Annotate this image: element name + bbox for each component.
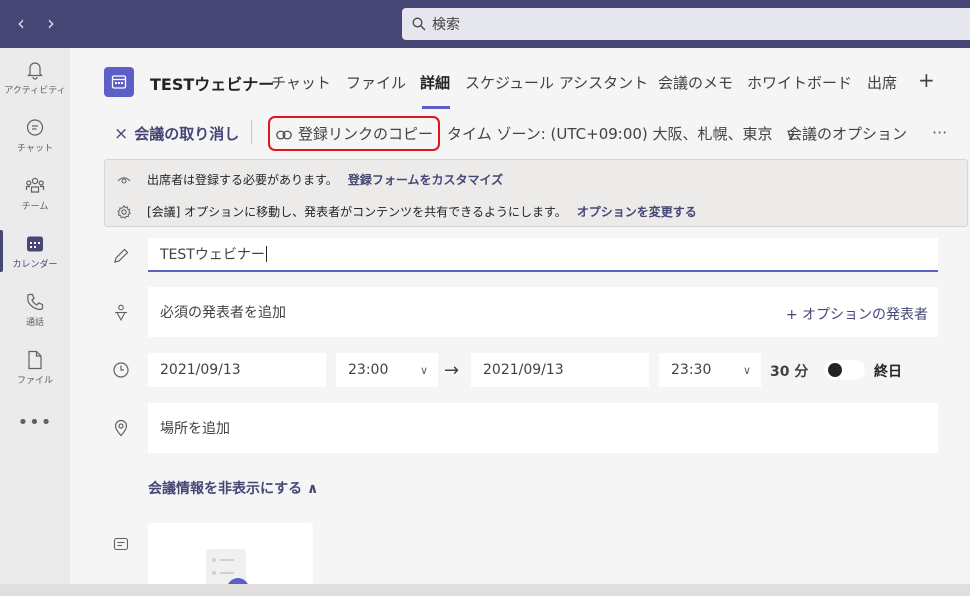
- pencil-icon: [114, 248, 129, 263]
- title-value: TESTウェビナー: [160, 247, 265, 263]
- top-bar: ‹ › 検索: [0, 0, 970, 48]
- app-rail: アクティビティ チャット チーム カレンダー 通話 ファイル •••: [0, 48, 70, 596]
- action-bar: × 会議の取り消し 登録リンクのコピー タイム ゾーン: (UTC+09:00) …: [70, 112, 970, 154]
- location-placeholder: 場所を追加: [160, 421, 230, 437]
- start-date-value: 2021/09/13: [160, 362, 241, 378]
- arrow-right-icon: →: [444, 360, 460, 381]
- calendar-icon: [27, 236, 43, 251]
- customize-registration-link[interactable]: 登録フォームをカスタマイズ: [348, 171, 503, 188]
- all-day-toggle[interactable]: [825, 360, 865, 380]
- toggle-knob: [828, 363, 842, 377]
- meeting-calendar-icon: [104, 67, 134, 97]
- bottom-strip: [0, 584, 970, 596]
- meeting-details-pane: TESTウェビナー チャット ファイル 詳細 スケジュール アシスタント 会議の…: [70, 48, 970, 593]
- text-caret: [265, 246, 267, 262]
- info-row-registration: 出席者は登録する必要があります。 登録フォームをカスタマイズ: [117, 171, 503, 188]
- start-time-dropdown[interactable]: 23:00 ∨: [336, 353, 438, 387]
- more-apps-icon[interactable]: •••: [0, 412, 70, 433]
- chevron-down-icon: ∨: [419, 363, 428, 377]
- duration-label: 30 分: [770, 364, 809, 380]
- copy-registration-link-button[interactable]: 登録リンクのコピー: [276, 123, 433, 144]
- rail-item-calendar[interactable]: カレンダー: [0, 222, 70, 280]
- rail-label: アクティビティ: [4, 85, 66, 96]
- cancel-meeting-label: 会議の取り消し: [134, 125, 240, 143]
- start-time-value: 23:00: [348, 362, 389, 378]
- rail-item-chat[interactable]: チャット: [0, 106, 70, 164]
- tab-chat[interactable]: チャット: [271, 72, 331, 93]
- close-icon: ×: [114, 124, 129, 144]
- gear-icon: [117, 204, 131, 219]
- location-input[interactable]: 場所を追加: [148, 403, 938, 453]
- all-day-label: 終日: [874, 364, 902, 380]
- file-icon: [28, 350, 42, 369]
- chat-icon: [26, 118, 44, 136]
- clock-icon: [113, 362, 129, 378]
- description-icon: [113, 537, 129, 551]
- phone-icon: [27, 293, 44, 310]
- search-input[interactable]: 検索: [402, 8, 970, 40]
- add-tab-icon[interactable]: +: [918, 68, 935, 92]
- add-optional-presenter-button[interactable]: + オプションの発表者: [786, 304, 928, 324]
- timezone-dropdown[interactable]: タイム ゾーン: (UTC+09:00) 大阪、札幌、東京 ∨: [447, 123, 796, 144]
- end-time-value: 23:30: [671, 362, 712, 378]
- checklist-icon: [206, 549, 249, 593]
- teams-icon: [25, 177, 45, 193]
- tab-meeting-notes[interactable]: 会議のメモ: [658, 72, 733, 93]
- presenters-input[interactable]: 必須の発表者を追加 + オプションの発表者: [148, 287, 938, 337]
- rail-label: チーム: [21, 201, 49, 212]
- timezone-label: タイム ゾーン: (UTC+09:00) 大阪、札幌、東京: [447, 125, 773, 143]
- bell-icon: [27, 61, 43, 80]
- rail-label: 通話: [25, 317, 44, 328]
- rail-item-files[interactable]: ファイル: [0, 338, 70, 396]
- info-banner: 出席者は登録する必要があります。 登録フォームをカスタマイズ [会議] オプショ…: [104, 159, 968, 227]
- meeting-info-card[interactable]: [148, 523, 313, 593]
- rail-label: ファイル: [16, 375, 53, 386]
- end-time-dropdown[interactable]: 23:30 ∨: [659, 353, 761, 387]
- tab-files[interactable]: ファイル: [346, 72, 406, 93]
- copy-link-label: 登録リンクのコピー: [298, 125, 434, 143]
- divider: [251, 120, 252, 144]
- rail-item-activity[interactable]: アクティビティ: [0, 48, 70, 106]
- rail-item-teams[interactable]: チーム: [0, 164, 70, 222]
- rail-item-calls[interactable]: 通話: [0, 280, 70, 338]
- active-tab-indicator: [422, 106, 450, 109]
- meeting-title: TESTウェビナー: [150, 75, 275, 94]
- tab-scheduling-assistant[interactable]: スケジュール アシスタント: [465, 72, 648, 93]
- info-text: 出席者は登録する必要があります。: [147, 173, 338, 187]
- change-options-link[interactable]: オプションを変更する: [577, 203, 697, 220]
- active-indicator: [0, 230, 3, 272]
- info-text: [会議] オプションに移動し、発表者がコンテンツを共有できるようにします。: [147, 205, 567, 219]
- rail-label: カレンダー: [12, 259, 58, 270]
- presenter-icon: [115, 304, 127, 322]
- meeting-header: TESTウェビナー チャット ファイル 詳細 スケジュール アシスタント 会議の…: [70, 48, 970, 112]
- hide-meeting-info-button[interactable]: 会議情報を非表示にする ∧: [148, 478, 318, 498]
- chevron-right-icon[interactable]: ›: [42, 12, 60, 34]
- end-date-value: 2021/09/13: [483, 362, 564, 378]
- location-icon: [114, 419, 128, 437]
- tab-details[interactable]: 詳細: [420, 72, 450, 93]
- presenters-placeholder: 必須の発表者を追加: [160, 305, 286, 321]
- link-icon: [276, 130, 292, 139]
- end-date-picker[interactable]: 2021/09/13: [471, 353, 649, 387]
- chevron-left-icon[interactable]: ‹: [12, 12, 30, 34]
- more-options-icon[interactable]: ···: [932, 123, 947, 142]
- search-placeholder: 検索: [432, 17, 460, 33]
- info-row-options: [会議] オプションに移動し、発表者がコンテンツを共有できるようにします。 オプ…: [117, 203, 697, 220]
- tab-attendance[interactable]: 出席: [867, 72, 897, 93]
- tab-whiteboard[interactable]: ホワイトボード: [747, 72, 852, 93]
- chevron-down-icon: ∨: [742, 363, 751, 377]
- cancel-meeting-button[interactable]: × 会議の取り消し: [114, 123, 239, 144]
- search-icon: [412, 17, 426, 31]
- meeting-options-button[interactable]: 会議のオプション: [787, 123, 907, 144]
- title-input[interactable]: TESTウェビナー: [148, 238, 938, 272]
- start-date-picker[interactable]: 2021/09/13: [148, 353, 326, 387]
- eye-icon: [117, 176, 131, 184]
- rail-label: チャット: [17, 143, 53, 154]
